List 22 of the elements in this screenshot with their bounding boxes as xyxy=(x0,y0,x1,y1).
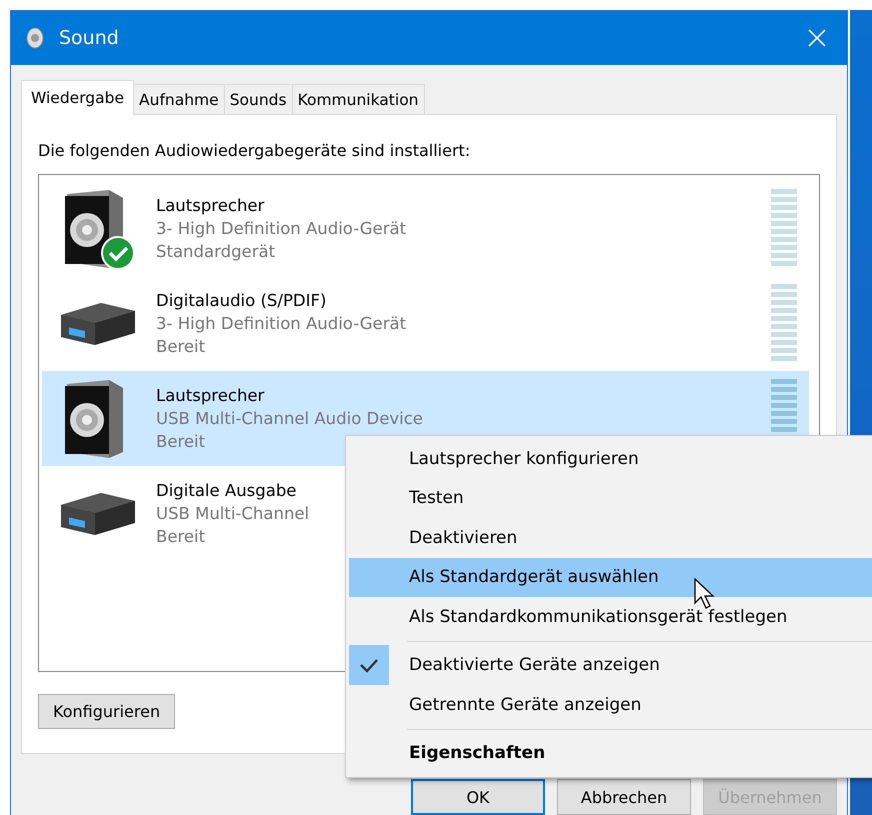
device-driver: 3- High Definition Audio-Gerät xyxy=(156,313,406,335)
menu-item-label: Lautsprecher konfigurieren xyxy=(409,448,639,469)
menu-item-label: Als Standardkommunikationsgerät festlegen xyxy=(409,606,788,627)
device-driver: USB Multi-Channel Audio Device xyxy=(156,408,423,430)
device-name: Digitalaudio (S/PDIF) xyxy=(156,290,326,312)
device-status: Bereit xyxy=(156,336,206,358)
device-status: Bereit xyxy=(156,526,206,548)
menu-item-label: Eigenschaften xyxy=(409,743,546,764)
menu-item-label: Testen xyxy=(409,488,464,508)
device-name: Digitale Ausgabe xyxy=(156,480,296,502)
device-name: Lautsprecher xyxy=(156,385,264,407)
menu-item-label: Als Standardgerät auswählen xyxy=(409,567,659,588)
device-status: Standardgerät xyxy=(156,241,276,263)
device-driver: 3- High Definition Audio-Gerät xyxy=(156,218,406,240)
menu-item-label: Deaktivierte Geräte anzeigen xyxy=(409,655,660,676)
menu-item-label: Deaktivieren xyxy=(409,528,518,548)
device-driver: USB Multi-Channel xyxy=(156,503,310,525)
device-status: Bereit xyxy=(156,431,206,453)
device-name: Lautsprecher xyxy=(156,195,264,217)
menu-item-label: Getrennte Geräte anzeigen xyxy=(409,694,642,715)
heading: Die folgenden Audiowiedergabegeräte sind installiert: xyxy=(38,141,472,160)
window-title: Sound xyxy=(59,27,119,49)
